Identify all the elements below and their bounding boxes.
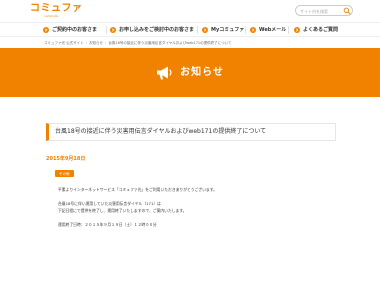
breadcrumb-link-home[interactable]: コミュファ光 公式サイト	[44, 41, 84, 45]
category-badge-label: その他	[59, 171, 70, 176]
article-paragraph: 運用終了日時：２０１５年９月１９日（土）１２時００分	[58, 222, 157, 227]
breadcrumb-current: 台風18号の接近に伴う災害用伝言ダイヤルおよびweb171の提供終了について	[108, 41, 232, 45]
logo-main-text: コミュファ	[30, 3, 83, 14]
breadcrumb: コミュファ光 公式サイト › お知らせ › 台風18号の接近に伴う災害用伝言ダイ…	[44, 39, 232, 47]
article-paragraph: 下記日程にて提供を終了し、運用終了いたしますので、ご案内いたします。	[58, 208, 187, 213]
commufa-logo[interactable]: コミュファ commufa	[30, 3, 82, 19]
arrow-right-icon	[110, 27, 116, 33]
breadcrumb-separator: ›	[85, 41, 88, 45]
logo-sub-text: commufa	[44, 14, 59, 18]
nav-item-current-customers[interactable]: ご契約中のお客さま	[43, 25, 97, 35]
article-paragraph: 台風18号に伴い運用していた災害用伝言ダイヤル（171）は	[58, 201, 161, 206]
article-title: 台風18号の接近に伴う災害用伝言ダイヤルおよびweb171の提供終了について	[55, 128, 267, 135]
nav-item-webmail[interactable]: Webメール	[250, 25, 286, 35]
arrow-right-icon	[202, 27, 208, 33]
arrow-right-icon	[43, 27, 49, 33]
nav-item-label: Myコミュファ	[211, 27, 245, 33]
page-title: お知らせ	[180, 66, 224, 78]
article-paragraph: 平素よりインターネットサービス「コミュファ光」をご利用いただきありがとうございま…	[58, 187, 218, 192]
site-header: コミュファ commufa	[0, 0, 380, 22]
nav-item-label: お申し込みをご検討中のお客さま	[119, 27, 195, 33]
nav-item-label: Webメール	[259, 27, 287, 33]
banner-content: お知らせ	[0, 48, 380, 97]
search-icon[interactable]	[343, 7, 351, 15]
nav-divider	[288, 26, 289, 34]
category-badge: その他	[55, 170, 74, 177]
megaphone-icon	[157, 66, 172, 79]
breadcrumb-separator: ›	[104, 41, 107, 45]
nav-item-label: よくあるご質問	[303, 27, 339, 33]
nav-item-my-commufa[interactable]: Myコミュファ	[202, 25, 244, 35]
breadcrumb-link-news[interactable]: お知らせ	[89, 41, 103, 45]
article-title-box: 台風18号の接近に伴う災害用伝言ダイヤルおよびweb171の提供終了について	[46, 123, 336, 141]
nav-item-faq[interactable]: よくあるご質問	[294, 25, 338, 35]
arrow-right-icon	[250, 27, 256, 33]
page-banner: お知らせ	[0, 48, 380, 97]
nav-divider	[197, 26, 198, 34]
nav-divider	[245, 26, 246, 34]
global-nav: ご契約中のお客さま お申し込みをご検討中のお客さま Myコミュファ Webメール…	[0, 22, 380, 37]
nav-item-prospective-customers[interactable]: お申し込みをご検討中のお客さま	[110, 25, 194, 35]
nav-divider	[106, 26, 107, 34]
article-date: 2015年9月18日	[46, 156, 86, 162]
nav-item-label: ご契約中のお客さま	[52, 27, 98, 33]
arrow-right-icon	[294, 27, 300, 33]
search-box	[295, 5, 353, 16]
search-input[interactable]	[300, 7, 340, 15]
